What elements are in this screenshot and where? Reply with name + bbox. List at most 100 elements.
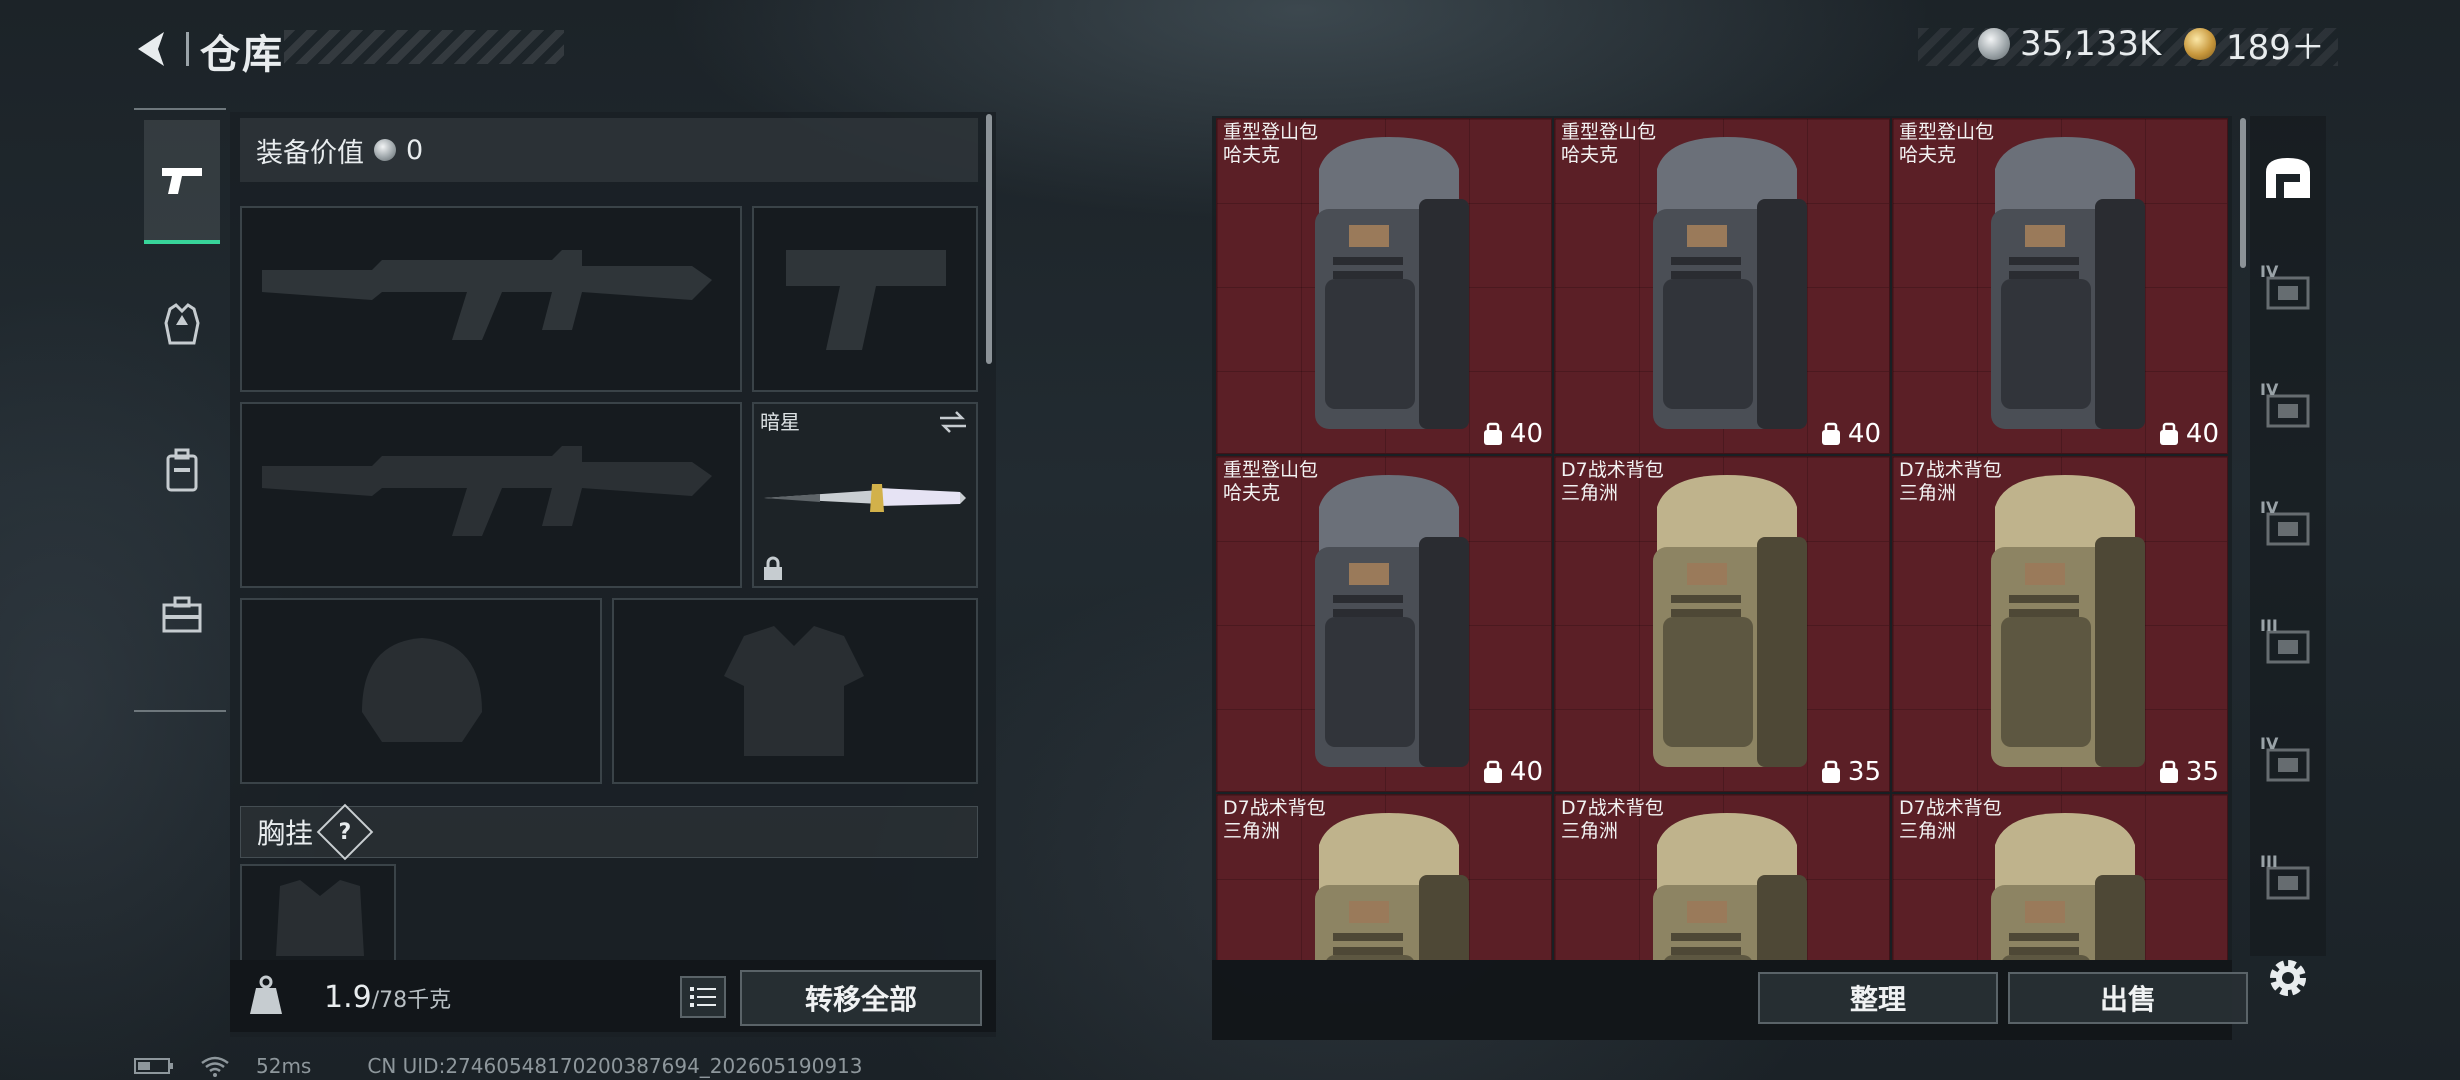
backpack-capacity-icon — [1821, 422, 1840, 445]
storage-item-cell[interactable]: 重型登山包 哈夫克 40 — [1216, 118, 1552, 454]
storage-home-icon[interactable] — [2258, 148, 2318, 208]
tier-label: IV — [2260, 734, 2279, 753]
item-name: D7战术背包 三角洲 — [1899, 459, 2002, 504]
tier-iv-add-icon[interactable]: IV — [2258, 380, 2318, 440]
helmet-slot[interactable] — [240, 598, 602, 784]
storage-item-cell[interactable]: D7战术背包 三角洲 — [1216, 794, 1552, 960]
rifle-silhouette-icon — [262, 250, 712, 340]
backpack-image — [1991, 475, 2145, 767]
melee-name: 暗星 — [760, 410, 800, 434]
status-bar: 52ms CN UID:27460548170200387694_2026051… — [134, 1054, 863, 1078]
weight-max: /78千克 — [371, 988, 452, 1013]
wifi-icon — [201, 1056, 229, 1077]
item-name: D7战术背包 三角洲 — [1561, 797, 1664, 842]
list-view-button[interactable] — [680, 976, 726, 1018]
item-capacity: 35 — [1820, 757, 1881, 787]
settings-gear-icon[interactable] — [2262, 952, 2314, 1004]
storage-scrollbar[interactable] — [2240, 118, 2246, 268]
storage-item-cell[interactable]: 重型登山包 哈夫克 40 — [1216, 456, 1552, 792]
backpack-image — [1653, 137, 1807, 429]
pistol-silhouette-icon — [786, 250, 946, 350]
currency-gold-amount: 189＋ — [2226, 27, 2325, 68]
backpack-image — [1653, 475, 1807, 767]
storage-item-cell[interactable]: D7战术背包 三角洲 35 — [1554, 456, 1890, 792]
item-name: D7战术背包 三角洲 — [1899, 797, 2002, 842]
chest-rig-silhouette-icon — [276, 880, 364, 956]
item-name: 重型登山包 哈夫克 — [1561, 121, 1657, 166]
currency-gold[interactable]: 189＋ — [2184, 24, 2325, 68]
chest-rig-label: 胸挂 — [257, 817, 314, 850]
tier-iv-case-icon[interactable]: IV — [2258, 262, 2318, 322]
item-name: D7战术背包 三角洲 — [1223, 797, 1326, 842]
silver-coin-icon — [1978, 28, 2010, 60]
silver-coin-icon — [374, 139, 396, 161]
item-capacity: 40 — [1820, 419, 1881, 449]
uid-text: CN UID:27460548170200387694_202605190913 — [367, 1054, 863, 1078]
rail-bottom-line — [134, 710, 226, 712]
back-button[interactable] — [130, 28, 172, 70]
tier-iii-box-icon[interactable]: III — [2258, 616, 2318, 676]
item-capacity: 40 — [1482, 419, 1543, 449]
backpack-image — [1991, 137, 2145, 429]
backpack-capacity-icon — [2159, 760, 2178, 783]
weight-current: 1.9 — [324, 980, 372, 1015]
list-icon — [690, 987, 716, 1007]
item-name: D7战术背包 三角洲 — [1561, 459, 1664, 504]
item-name: 重型登山包 哈夫克 — [1223, 121, 1319, 166]
tier-iv-folder-icon[interactable]: IV — [2258, 498, 2318, 558]
backpack-capacity-icon — [1483, 422, 1502, 445]
tier-iii-box-icon-2[interactable]: III — [2258, 852, 2318, 912]
item-name: 重型登山包 哈夫克 — [1223, 459, 1319, 504]
battery-icon — [134, 1058, 173, 1074]
currency-silver[interactable]: 35,133K — [1978, 24, 2161, 64]
tab-backpack[interactable] — [144, 410, 220, 530]
chest-rig-slot[interactable] — [240, 864, 396, 960]
tab-armor[interactable] — [144, 265, 220, 385]
currency-silver-amount: 35,133K — [2020, 24, 2162, 64]
lock-icon — [764, 556, 782, 580]
secondary-weapon-slot[interactable] — [240, 402, 742, 588]
equipment-value-bar: 装备价值 0 — [240, 118, 978, 182]
back-arrow-icon — [138, 32, 164, 66]
storage-grid: 重型登山包 哈夫克 40 重型登山包 哈夫克 40 重型登山包 哈夫克 40 重型登山包 哈夫克 40… — [1216, 118, 2228, 960]
tier-label: IV — [2260, 498, 2279, 517]
storage-item-cell[interactable]: 重型登山包 哈夫克 40 — [1892, 118, 2228, 454]
weight-readout: 1.9/78千克 — [324, 980, 451, 1015]
backpack-image — [1315, 137, 1469, 429]
swap-icon[interactable] — [938, 410, 968, 434]
sidearm-slot[interactable] — [752, 206, 978, 392]
tier-label: IV — [2260, 380, 2279, 399]
weight-icon — [246, 974, 286, 1016]
armor-vest-icon — [164, 303, 200, 345]
storage-item-cell[interactable]: D7战术背包 三角洲 — [1892, 794, 2228, 960]
sort-button[interactable]: 整理 — [1758, 972, 1998, 1024]
backpack-icon — [166, 448, 198, 492]
tier-label: IV — [2260, 262, 2279, 281]
storage-item-cell[interactable]: D7战术背包 三角洲 — [1554, 794, 1890, 960]
sell-button[interactable]: 出售 — [2008, 972, 2248, 1024]
help-icon[interactable]: ? — [316, 803, 374, 861]
tab-weapons[interactable] — [144, 120, 220, 244]
item-capacity: 40 — [2158, 419, 2219, 449]
toolbox-icon — [162, 596, 202, 633]
rifle-silhouette-icon — [262, 446, 712, 536]
gold-coin-icon — [2184, 28, 2216, 60]
equipment-value-label: 装备价值 — [256, 137, 364, 169]
body-armor-slot[interactable] — [612, 598, 978, 784]
transfer-all-button[interactable]: 转移全部 — [740, 970, 982, 1026]
storage-item-cell[interactable]: 重型登山包 哈夫克 40 — [1554, 118, 1890, 454]
tier-label: III — [2260, 616, 2278, 635]
title-stripe-decoration — [284, 30, 564, 64]
backpack-image — [1315, 475, 1469, 767]
storage-item-cell[interactable]: D7战术背包 三角洲 35 — [1892, 456, 2228, 792]
tier-iv-add-icon-2[interactable]: IV — [2258, 734, 2318, 794]
header-divider — [186, 32, 189, 66]
item-capacity: 40 — [1482, 757, 1543, 787]
item-capacity: 35 — [2158, 757, 2219, 787]
equipment-scrollbar[interactable] — [986, 114, 992, 364]
primary-weapon-slot[interactable] — [240, 206, 742, 392]
backpack-capacity-icon — [1483, 760, 1502, 783]
ping-readout: 52ms — [256, 1054, 312, 1078]
melee-slot[interactable]: 暗星 — [752, 402, 978, 588]
tab-toolbox[interactable] — [144, 555, 220, 675]
